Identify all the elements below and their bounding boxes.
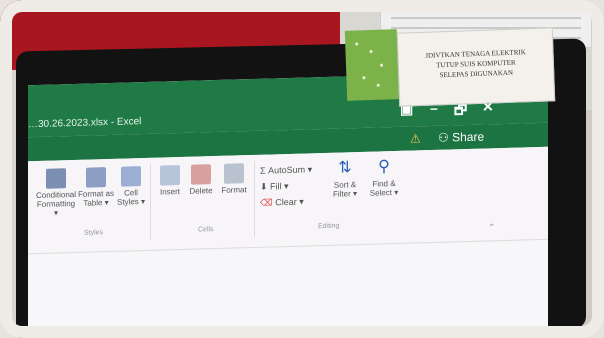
- share-button[interactable]: ⚇ Share: [438, 130, 484, 145]
- sort-filter-label: Sort & Filter ▾: [332, 180, 357, 199]
- group-label-editing: Editing: [318, 222, 340, 231]
- clear-label: Clear ▾: [275, 196, 304, 208]
- insert-button[interactable]: Insert: [156, 165, 184, 197]
- fill-button[interactable]: ⬇ Fill ▾: [260, 177, 322, 195]
- monitor-screen: …30.26.2023.xlsx - Excel ▣ – 🗗 ✕ ⚠ ⚇ Sha…: [28, 70, 548, 338]
- sort-filter-button[interactable]: ⇅ Sort & Filter ▾: [328, 158, 362, 199]
- format-as-table-label: Format as Table ▾: [78, 188, 115, 208]
- sort-filter-icon: ⇅: [338, 159, 352, 177]
- eraser-icon: ⌫: [260, 197, 276, 208]
- insert-label: Insert: [159, 187, 180, 197]
- photo: …30.26.2023.xlsx - Excel ▣ – 🗗 ✕ ⚠ ⚇ Sha…: [0, 0, 604, 338]
- ribbon: Conditional Formatting ▾ Format as Table…: [28, 146, 548, 255]
- green-sticker: [344, 29, 400, 101]
- cell-styles-icon: [121, 166, 141, 187]
- sticker-dot: [362, 76, 366, 80]
- sticker-dot: [376, 83, 380, 87]
- fill-label: Fill ▾: [270, 180, 289, 192]
- warning-icon[interactable]: ⚠: [410, 131, 421, 145]
- delete-cells-icon: [191, 164, 211, 185]
- sticker-dot: [379, 63, 384, 67]
- group-separator: [254, 160, 255, 237]
- cell-styles-button[interactable]: Cell Styles ▾: [116, 166, 146, 207]
- format-button[interactable]: Format: [218, 163, 250, 195]
- conditional-formatting-icon: [46, 168, 66, 189]
- worksheet-area[interactable]: [28, 240, 548, 338]
- share-label: Share: [452, 129, 485, 145]
- delete-label: Delete: [189, 186, 213, 196]
- editing-small-buttons: Σ AutoSum ▾ ⬇ Fill ▾ ⌫ Clear ▾: [260, 161, 322, 211]
- format-label: Format: [221, 185, 247, 195]
- cell-styles-label: Cell Styles ▾: [116, 188, 146, 207]
- group-label-styles: Styles: [84, 229, 104, 237]
- paper-line: [391, 17, 581, 19]
- fill-icon: ⬇: [260, 181, 271, 192]
- sticker-dot: [369, 49, 373, 54]
- sticker-dot: [355, 42, 359, 46]
- conditional-formatting-button[interactable]: Conditional Formatting ▾: [36, 168, 76, 218]
- format-cells-icon: [224, 163, 244, 184]
- power-saving-label: JDIVTKAN TENAGA ELEKTRIK TUTUP SUIS KOMP…: [396, 27, 556, 107]
- autosum-button[interactable]: Σ AutoSum ▾: [260, 161, 322, 179]
- search-icon: ⚲: [378, 158, 390, 176]
- group-label-cells: Cells: [198, 226, 214, 234]
- format-table-icon: [86, 167, 106, 188]
- autosum-icon: Σ: [260, 165, 269, 176]
- clear-button[interactable]: ⌫ Clear ▾: [260, 193, 322, 211]
- window-title: …30.26.2023.xlsx - Excel: [28, 116, 142, 131]
- conditional-formatting-label: Conditional Formatting ▾: [36, 189, 77, 218]
- insert-cells-icon: [160, 165, 180, 186]
- collapse-ribbon-icon[interactable]: ⌃: [488, 222, 496, 233]
- format-as-table-button[interactable]: Format as Table ▾: [78, 167, 114, 208]
- autosum-label: AutoSum ▾: [268, 164, 313, 176]
- group-separator: [150, 163, 151, 240]
- delete-button[interactable]: Delete: [186, 164, 216, 196]
- find-select-button[interactable]: ⚲ Find & Select ▾: [366, 157, 402, 198]
- find-select-label: Find & Select ▾: [369, 178, 399, 198]
